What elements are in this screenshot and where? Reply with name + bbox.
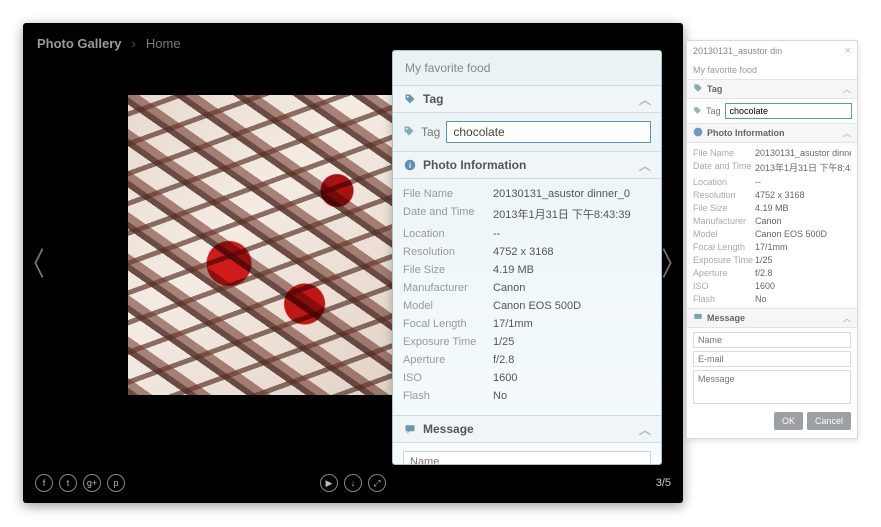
social-share: f t g+ p — [35, 474, 125, 492]
tag-section-header-sm[interactable]: Tag ︿ — [687, 79, 857, 99]
info-section-header[interactable]: i Photo Information ︿ — [393, 151, 661, 179]
panel-title: My favorite food — [393, 51, 661, 85]
message-textarea-sm[interactable] — [693, 370, 851, 404]
email-input-sm[interactable] — [693, 351, 851, 367]
info-section-header-sm[interactable]: Photo Information ︿ — [687, 123, 857, 143]
tag-row: Tag — [393, 113, 661, 151]
chevron-up-icon: ︿ — [639, 157, 651, 174]
info-section-label-sm: Photo Information — [707, 128, 785, 138]
breadcrumb-sep: › — [132, 36, 136, 51]
tag-icon — [693, 106, 702, 117]
share-facebook-icon[interactable]: f — [35, 474, 53, 492]
manufacturer-value: Canon — [493, 282, 651, 294]
info-section-label: Photo Information — [423, 158, 526, 172]
message-section-label: Message — [423, 422, 474, 436]
tag-icon — [403, 125, 415, 140]
location-value: -- — [493, 228, 651, 240]
play-button[interactable]: ▶ — [320, 474, 338, 492]
tag-input[interactable] — [446, 121, 651, 143]
share-twitter-icon[interactable]: t — [59, 474, 77, 492]
photo-counter: 3/5 — [656, 477, 671, 489]
message-icon — [693, 312, 703, 324]
model-key: Model — [403, 300, 493, 312]
info-icon: i — [403, 158, 417, 172]
panel-small-title: My favorite food — [687, 61, 857, 79]
tag-icon — [693, 83, 703, 95]
close-icon[interactable]: × — [845, 45, 851, 57]
aperture-value: f/2.8 — [493, 354, 651, 366]
tag-row-sm: Tag — [687, 99, 857, 123]
chevron-left-icon — [30, 245, 48, 281]
chevron-up-icon: ︿ — [639, 91, 651, 108]
info-icon — [693, 127, 703, 139]
message-body-sm — [687, 328, 857, 408]
fullscreen-button[interactable]: ⤢ — [368, 474, 386, 492]
resolution-key: Resolution — [403, 246, 493, 258]
aperture-key: Aperture — [403, 354, 493, 366]
chevron-up-icon: ︿ — [843, 313, 851, 324]
flash-value: No — [493, 390, 651, 402]
model-value: Canon EOS 500D — [493, 300, 651, 312]
info-panel-small: 20130131_asustor din × My favorite food … — [686, 40, 858, 439]
app-title: Photo Gallery — [37, 36, 122, 51]
iso-value: 1600 — [493, 372, 651, 384]
message-section-header[interactable]: Message ︿ — [393, 415, 661, 443]
share-pinterest-icon[interactable]: p — [107, 474, 125, 492]
message-buttons: OK Cancel — [687, 408, 857, 438]
exposure-key: Exposure Time — [403, 336, 493, 348]
chevron-up-icon: ︿ — [843, 128, 851, 139]
info-body: File Name20130131_asustor dinner_0 Date … — [393, 179, 661, 415]
player-controls: ▶ ↓ ⤢ — [320, 474, 386, 492]
tag-label: Tag — [421, 125, 440, 139]
exposure-value: 1/25 — [493, 336, 651, 348]
tag-section-label-sm: Tag — [707, 84, 722, 94]
viewer-footer: f t g+ p ▶ ↓ ⤢ 3/5 — [23, 463, 683, 503]
info-body-sm: File Name20130131_asustor dinner_0 Date … — [687, 143, 857, 308]
filesize-value: 4.19 MB — [493, 264, 651, 276]
svg-text:i: i — [409, 161, 411, 170]
resolution-value: 4752 x 3168 — [493, 246, 651, 258]
filesize-key: File Size — [403, 264, 493, 276]
cancel-button[interactable]: Cancel — [807, 412, 851, 430]
share-gplus-icon[interactable]: g+ — [83, 474, 101, 492]
panel-small-header: 20130131_asustor din × — [687, 41, 857, 61]
breadcrumb-home[interactable]: Home — [146, 36, 181, 51]
message-section-label-sm: Message — [707, 313, 745, 323]
message-icon — [403, 422, 417, 436]
tag-section-header[interactable]: Tag ︿ — [393, 85, 661, 113]
prev-photo-button[interactable] — [27, 233, 51, 293]
chevron-up-icon: ︿ — [639, 421, 651, 438]
filename-key: File Name — [403, 188, 493, 200]
panel-pointer-icon — [661, 241, 662, 277]
tag-section-label: Tag — [423, 92, 443, 106]
message-body — [393, 443, 661, 465]
datetime-value: 2013年1月31日 下午8:43:39 — [493, 206, 651, 222]
name-input[interactable] — [403, 451, 651, 465]
photo-image[interactable] — [128, 95, 428, 395]
filename-short: 20130131_asustor din — [693, 46, 782, 56]
iso-key: ISO — [403, 372, 493, 384]
focal-key: Focal Length — [403, 318, 493, 330]
focal-value: 17/1mm — [493, 318, 651, 330]
message-section-header-sm[interactable]: Message ︿ — [687, 308, 857, 328]
datetime-key: Date and Time — [403, 206, 493, 222]
tag-input-sm[interactable] — [725, 103, 852, 119]
chevron-up-icon: ︿ — [843, 84, 851, 95]
tag-label-sm: Tag — [706, 106, 721, 116]
info-panel-large: My favorite food Tag ︿ Tag i Photo Infor… — [392, 50, 662, 465]
flash-key: Flash — [403, 390, 493, 402]
name-input-sm[interactable] — [693, 332, 851, 348]
ok-button[interactable]: OK — [774, 412, 803, 430]
manufacturer-key: Manufacturer — [403, 282, 493, 294]
download-button[interactable]: ↓ — [344, 474, 362, 492]
filename-value: 20130131_asustor dinner_0 — [493, 188, 651, 200]
location-key: Location — [403, 228, 493, 240]
tag-icon — [403, 92, 417, 106]
